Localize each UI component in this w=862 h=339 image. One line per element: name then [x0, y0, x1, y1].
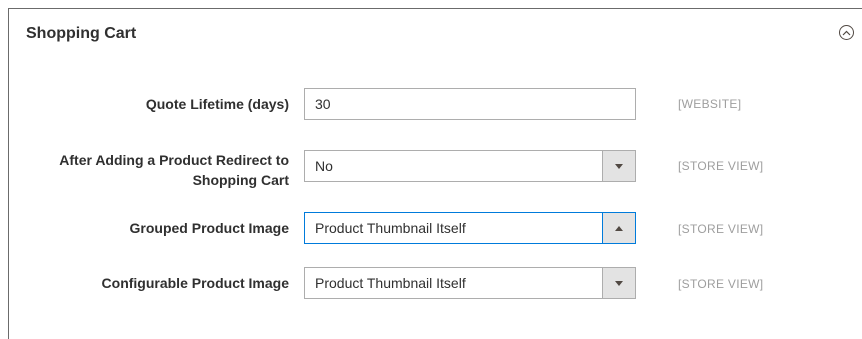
scope-label: [STORE VIEW] [678, 277, 764, 291]
section-header[interactable]: Shopping Cart [9, 9, 862, 60]
select-value: Product Thumbnail Itself [315, 275, 466, 291]
triangle-up-icon[interactable] [602, 213, 635, 243]
triangle-down-icon[interactable] [602, 268, 635, 298]
configurable-product-image-select[interactable]: Product Thumbnail Itself [304, 267, 636, 299]
select-value: No [315, 158, 333, 174]
triangle-down-icon[interactable] [602, 151, 635, 181]
grouped-product-image-select[interactable]: Product Thumbnail Itself [304, 212, 636, 244]
scope-label: [WEBSITE] [678, 97, 742, 111]
field-label-redirect-to-cart: After Adding a Product Redirect to Shopp… [59, 152, 289, 188]
redirect-to-cart-select[interactable]: No [304, 150, 636, 182]
quote-lifetime-input[interactable]: 30 [304, 88, 636, 120]
config-panel: Shopping Cart Quote Lifetime (days) 30 [… [8, 8, 862, 339]
field-label-quote-lifetime: Quote Lifetime (days) [145, 96, 289, 112]
scope-label: [STORE VIEW] [678, 222, 764, 236]
field-label-configurable-product-image: Configurable Product Image [101, 275, 289, 291]
field-label-grouped-product-image: Grouped Product Image [129, 220, 289, 236]
select-value: Product Thumbnail Itself [315, 220, 466, 236]
section-title: Shopping Cart [26, 25, 137, 42]
collapse-icon[interactable] [839, 25, 854, 40]
scope-label: [STORE VIEW] [678, 159, 764, 173]
